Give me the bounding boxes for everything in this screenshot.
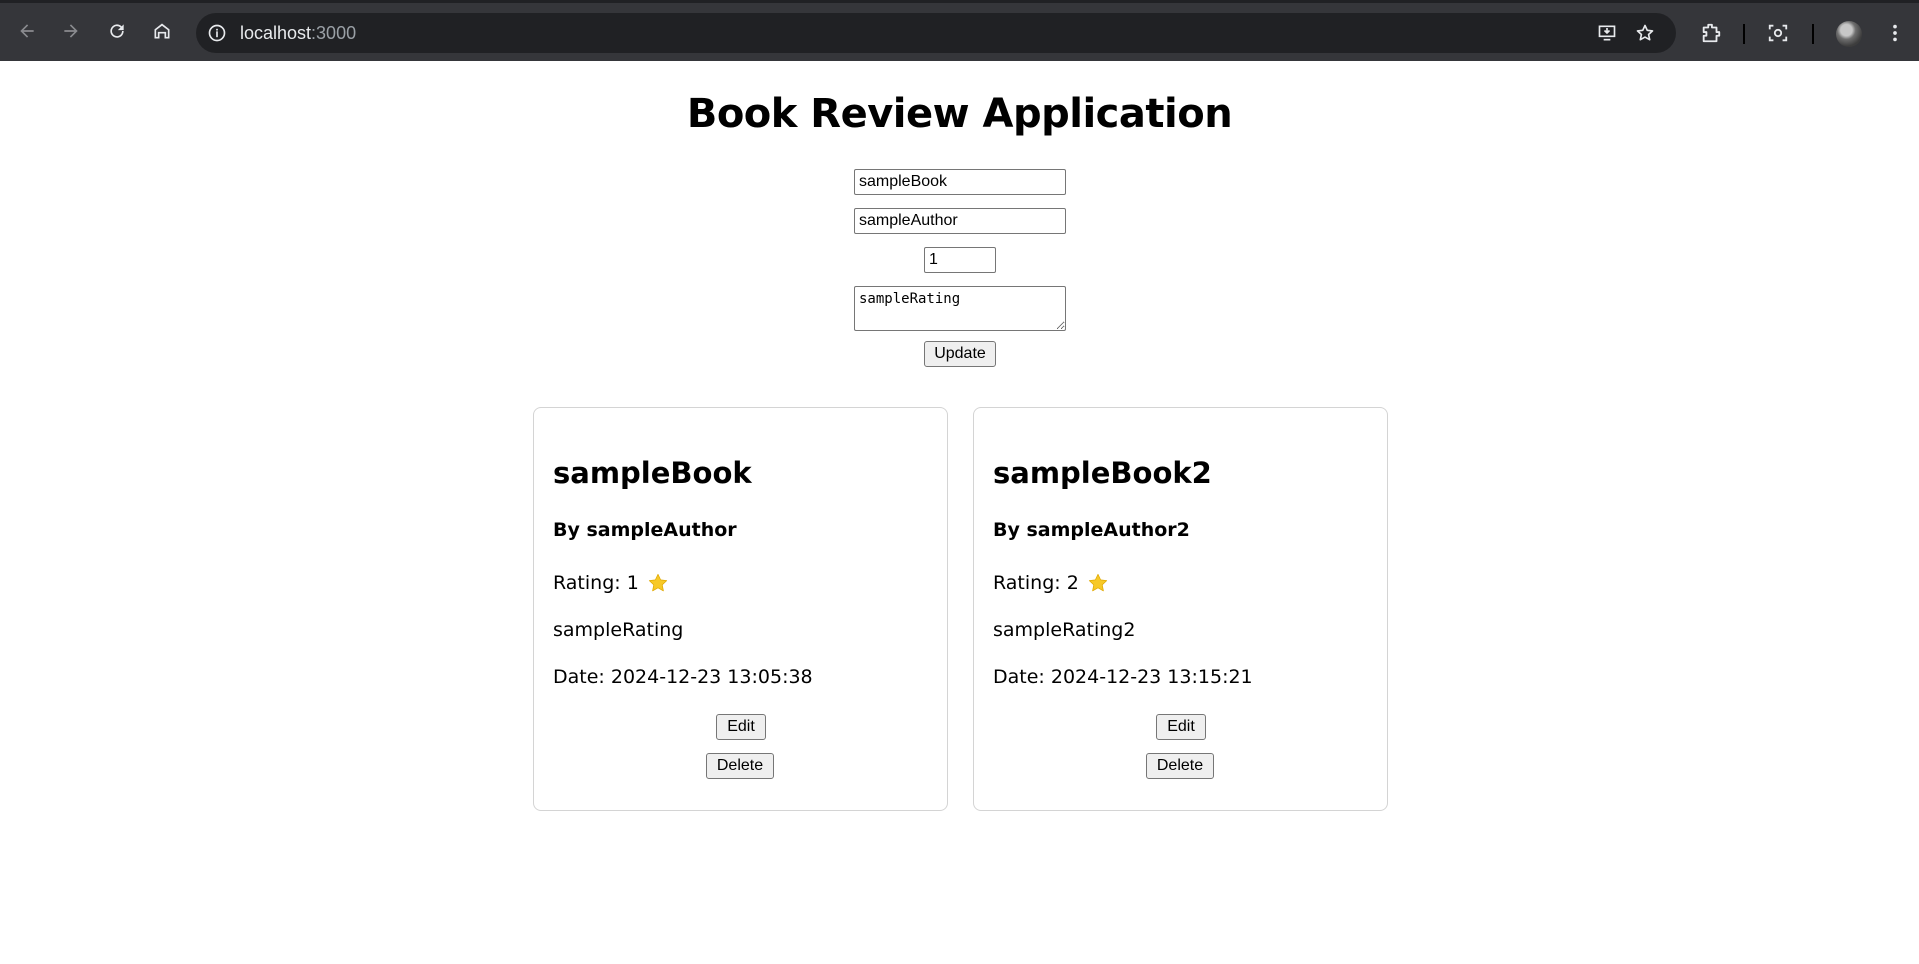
review-textarea[interactable]: sampleRating	[854, 286, 1066, 331]
url-text: localhost:3000	[240, 23, 356, 44]
edit-button[interactable]: Edit	[1156, 714, 1206, 740]
menu-kebab-icon[interactable]	[1883, 21, 1907, 45]
forward-icon[interactable]	[57, 17, 85, 45]
book-rating: Rating: 2	[993, 572, 1109, 594]
review-date: Date: 2024-12-23 13:05:38	[553, 666, 813, 688]
page-content: Book Review Application sampleRating Upd…	[0, 61, 1919, 964]
rating-input[interactable]	[924, 247, 996, 273]
screenshot-icon[interactable]	[1766, 21, 1790, 45]
star-icon	[648, 573, 667, 592]
extensions-icon[interactable]	[1699, 21, 1723, 45]
update-button[interactable]: Update	[924, 341, 996, 367]
book-author: By sampleAuthor	[553, 519, 737, 541]
profile-avatar[interactable]	[1836, 21, 1862, 47]
book-author: By sampleAuthor2	[993, 519, 1190, 541]
book-author-input[interactable]	[854, 208, 1066, 234]
rating-text: Rating: 2	[993, 572, 1079, 594]
book-rating: Rating: 1	[553, 572, 669, 594]
page-title: Book Review Application	[686, 91, 1233, 137]
browser-toolbar: localhost:3000	[0, 0, 1919, 61]
delete-button[interactable]: Delete	[706, 753, 774, 779]
rating-text: Rating: 1	[553, 572, 639, 594]
book-title: sampleBook	[553, 456, 752, 490]
book-title: sampleBook2	[993, 456, 1212, 490]
address-bar[interactable]: localhost:3000	[196, 13, 1676, 53]
review-text: sampleRating	[553, 619, 684, 641]
toolbar-divider	[1743, 24, 1745, 44]
review-card: sampleBook2 By sampleAuthor2 Rating: 2 s…	[973, 407, 1388, 811]
review-card: sampleBook By sampleAuthor Rating: 1 sam…	[533, 407, 948, 811]
toolbar-divider	[1812, 24, 1814, 44]
url-port: :3000	[311, 22, 357, 43]
review-text: sampleRating2	[993, 619, 1136, 641]
review-date: Date: 2024-12-23 13:15:21	[993, 666, 1253, 688]
reload-icon[interactable]	[103, 17, 131, 45]
site-info-icon[interactable]	[206, 22, 228, 44]
bookmark-star-icon[interactable]	[1634, 22, 1656, 44]
book-title-input[interactable]	[854, 169, 1066, 195]
star-icon	[1088, 573, 1107, 592]
back-icon[interactable]	[13, 17, 41, 45]
home-icon[interactable]	[148, 17, 176, 45]
edit-button[interactable]: Edit	[716, 714, 766, 740]
install-app-icon[interactable]	[1596, 22, 1618, 44]
delete-button[interactable]: Delete	[1146, 753, 1214, 779]
url-host: localhost	[240, 22, 312, 43]
